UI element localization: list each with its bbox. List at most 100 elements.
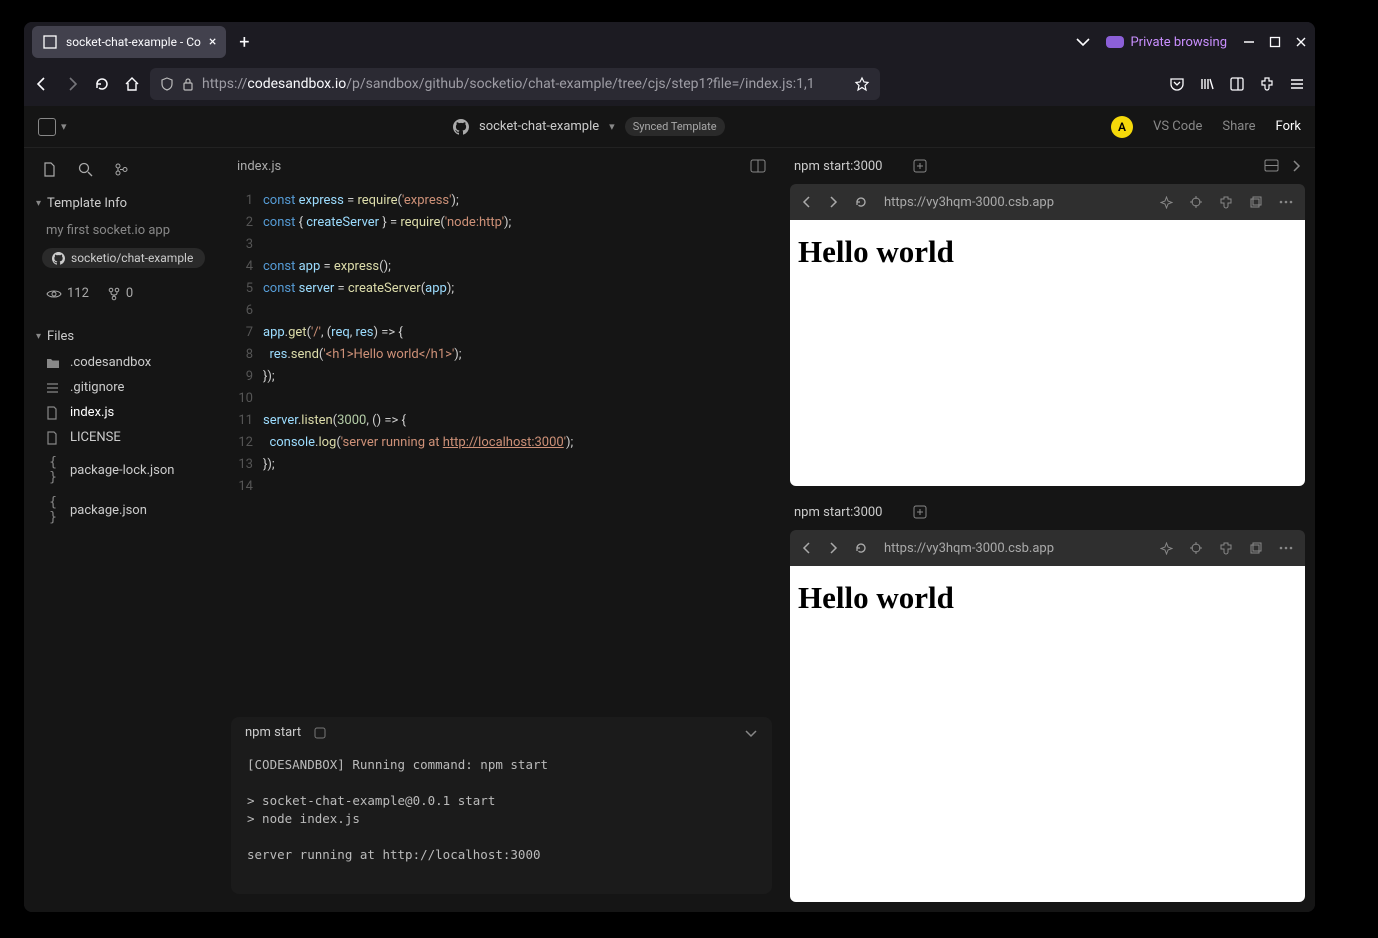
preview-heading: Hello world bbox=[790, 220, 1305, 284]
crosshair-icon[interactable] bbox=[1189, 541, 1203, 555]
lock-icon[interactable] bbox=[182, 77, 194, 91]
layout-icon[interactable] bbox=[1264, 159, 1279, 173]
file-item-package-lock-json[interactable]: { }package-lock.json bbox=[24, 450, 223, 490]
preview-url[interactable]: https://vy3hqm-3000.csb.app bbox=[884, 541, 1144, 556]
file-label: .gitignore bbox=[70, 380, 124, 395]
preview-url[interactable]: https://vy3hqm-3000.csb.app bbox=[884, 195, 1144, 210]
private-label: Private browsing bbox=[1130, 35, 1227, 50]
minimize-button[interactable] bbox=[1243, 36, 1255, 48]
codesandbox-icon bbox=[42, 34, 58, 50]
braces-icon: { } bbox=[46, 455, 60, 485]
terminal: npm start [CODESANDBOX] Running command:… bbox=[231, 717, 772, 894]
file-label: LICENSE bbox=[70, 430, 121, 445]
file-item--gitignore[interactable]: .gitignore bbox=[24, 375, 223, 400]
vscode-button[interactable]: VS Code bbox=[1153, 119, 1202, 134]
preview-column: npm start:3000 https://vy3hqm-3000.csb.a… bbox=[780, 148, 1315, 912]
add-preview-icon[interactable] bbox=[913, 159, 927, 173]
lines-icon bbox=[46, 382, 60, 394]
tab-bar: socket-chat-example - Co × + Private bro… bbox=[24, 22, 1315, 62]
files-section[interactable]: ▾ Files bbox=[24, 323, 223, 350]
terminal-tab[interactable]: npm start bbox=[245, 725, 301, 740]
url-text: https://codesandbox.io/p/sandbox/github/… bbox=[202, 76, 846, 92]
file-label: package.json bbox=[70, 503, 147, 518]
maximize-button[interactable] bbox=[1269, 36, 1281, 48]
repo-name[interactable]: socket-chat-example bbox=[479, 119, 599, 134]
split-editor-icon[interactable] bbox=[750, 159, 766, 173]
tab-list-dropdown[interactable] bbox=[1076, 37, 1090, 47]
preview-reload-icon[interactable] bbox=[854, 541, 868, 555]
terminal-output[interactable]: [CODESANDBOX] Running command: npm start… bbox=[231, 748, 772, 894]
search-icon[interactable] bbox=[78, 162, 94, 178]
file-icon[interactable] bbox=[42, 162, 58, 178]
preview-tab[interactable]: npm start:3000 bbox=[794, 159, 883, 174]
pocket-icon[interactable] bbox=[1169, 76, 1185, 92]
crosshair-icon[interactable] bbox=[1189, 195, 1203, 209]
editor-tab-active[interactable]: index.js bbox=[237, 159, 281, 174]
sidebar-toggle-icon[interactable] bbox=[1229, 76, 1245, 92]
forward-button[interactable] bbox=[64, 76, 80, 92]
code-editor[interactable]: 1234567891011121314 const express = requ… bbox=[223, 184, 780, 711]
more-icon[interactable] bbox=[1279, 200, 1293, 204]
git-icon[interactable] bbox=[114, 162, 130, 178]
code-content[interactable]: const express = require('express'); cons… bbox=[263, 190, 780, 711]
sparkle-icon[interactable] bbox=[1160, 196, 1173, 209]
menu-button[interactable]: ▾ bbox=[38, 118, 67, 136]
file-icon bbox=[46, 406, 60, 420]
mask-icon bbox=[1106, 36, 1124, 48]
extension-icon[interactable] bbox=[1219, 195, 1233, 209]
file-label: .codesandbox bbox=[70, 355, 151, 370]
line-gutter: 1234567891011121314 bbox=[223, 190, 263, 711]
browser-tab[interactable]: socket-chat-example - Co × bbox=[32, 26, 226, 58]
preview-frame-2[interactable]: Hello world bbox=[790, 566, 1305, 902]
preview-forward-icon[interactable] bbox=[828, 196, 838, 208]
url-field[interactable]: https://codesandbox.io/p/sandbox/github/… bbox=[150, 68, 880, 100]
menu-icon[interactable] bbox=[1289, 76, 1305, 92]
preview-forward-icon[interactable] bbox=[828, 542, 838, 554]
back-button[interactable] bbox=[34, 76, 50, 92]
popout-icon[interactable] bbox=[1249, 195, 1263, 209]
chevron-down-icon[interactable] bbox=[744, 728, 758, 738]
forks-stat: 0 bbox=[107, 286, 133, 301]
chevron-down-icon[interactable]: ▾ bbox=[609, 120, 615, 133]
preview-back-icon[interactable] bbox=[802, 196, 812, 208]
extension-icon[interactable] bbox=[1219, 541, 1233, 555]
sparkle-icon[interactable] bbox=[1160, 542, 1173, 555]
library-icon[interactable] bbox=[1199, 76, 1215, 92]
avatar[interactable]: A bbox=[1111, 116, 1133, 138]
template-info-label: Template Info bbox=[47, 196, 127, 211]
template-info-section[interactable]: ▾ Template Info bbox=[24, 190, 223, 217]
file-item--codesandbox[interactable]: .codesandbox bbox=[24, 350, 223, 375]
synced-badge: Synced Template bbox=[625, 117, 725, 136]
share-button[interactable]: Share bbox=[1222, 119, 1255, 134]
bookmark-icon[interactable] bbox=[854, 76, 870, 92]
home-button[interactable] bbox=[124, 76, 140, 92]
file-item-LICENSE[interactable]: LICENSE bbox=[24, 425, 223, 450]
add-preview-icon[interactable] bbox=[913, 505, 927, 519]
chevron-right-icon[interactable] bbox=[1291, 159, 1301, 173]
more-icon[interactable] bbox=[1279, 546, 1293, 550]
preview-reload-icon[interactable] bbox=[854, 195, 868, 209]
github-icon bbox=[453, 119, 469, 135]
new-tab-button[interactable]: + bbox=[230, 28, 258, 56]
file-item-index-js[interactable]: index.js bbox=[24, 400, 223, 425]
fork-button[interactable]: Fork bbox=[1276, 119, 1301, 134]
file-label: index.js bbox=[70, 405, 114, 420]
close-window-button[interactable] bbox=[1295, 36, 1307, 48]
preview-tab-2[interactable]: npm start:3000 bbox=[794, 505, 883, 520]
sidebar: ▾ Template Info my first socket.io app s… bbox=[24, 148, 223, 912]
preview-back-icon[interactable] bbox=[802, 542, 812, 554]
template-subtitle: my first socket.io app bbox=[24, 217, 223, 244]
file-icon bbox=[46, 431, 60, 445]
close-icon[interactable]: × bbox=[209, 34, 216, 50]
popout-icon[interactable] bbox=[1249, 541, 1263, 555]
repo-pill[interactable]: socketio/chat-example bbox=[42, 248, 205, 268]
terminal-stop-icon[interactable] bbox=[313, 726, 327, 740]
preview-frame-1[interactable]: Hello world bbox=[790, 220, 1305, 486]
editor-column: index.js 1234567891011121314 const expre… bbox=[223, 148, 780, 912]
url-bar: https://codesandbox.io/p/sandbox/github/… bbox=[24, 62, 1315, 106]
reload-button[interactable] bbox=[94, 76, 110, 92]
extensions-icon[interactable] bbox=[1259, 76, 1275, 92]
shield-icon[interactable] bbox=[160, 77, 174, 91]
file-item-package-json[interactable]: { }package.json bbox=[24, 490, 223, 530]
app-header: ▾ socket-chat-example ▾ Synced Template … bbox=[24, 106, 1315, 148]
